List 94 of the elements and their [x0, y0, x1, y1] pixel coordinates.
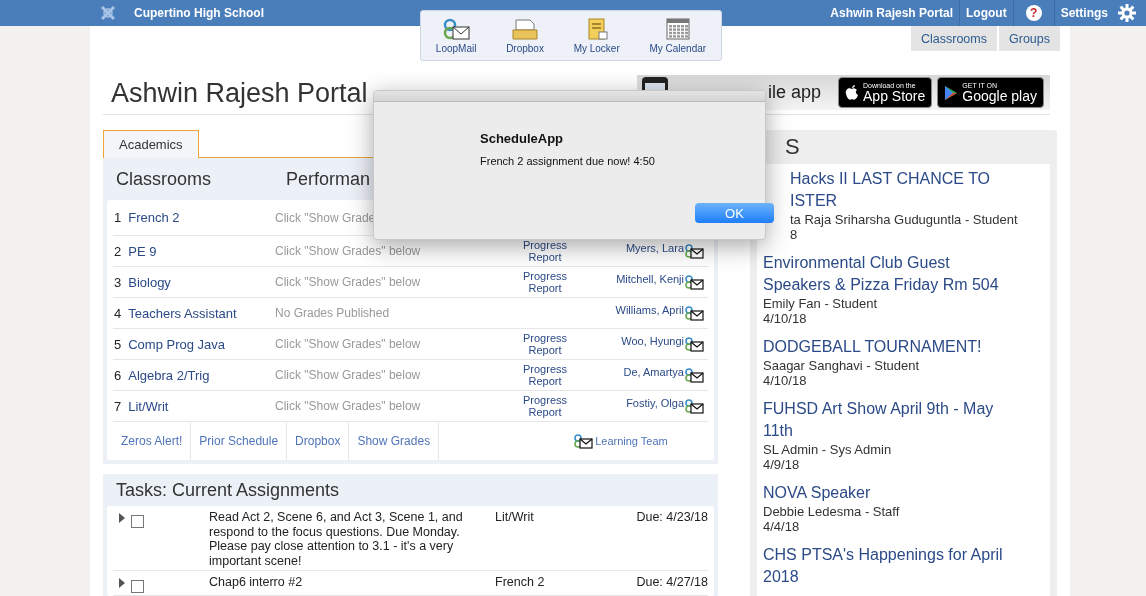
performance-text: Click "Show Grades" below: [275, 337, 422, 351]
news-title[interactable]: FUHSD Art Show April 9th - May: [763, 398, 1050, 420]
news-title[interactable]: 11th: [763, 420, 1050, 442]
teacher-link[interactable]: De, Amartya: [595, 366, 684, 378]
class-link[interactable]: Biology: [128, 274, 171, 290]
class-link[interactable]: Lit/Writ: [128, 398, 169, 414]
news-title[interactable]: NOVA Speaker: [763, 482, 1050, 504]
settings-icon[interactable]: [1118, 4, 1136, 22]
loop-mail-icon[interactable]: [684, 274, 704, 290]
progress-report-link[interactable]: Progress Report: [515, 332, 575, 356]
tasks-heading: Tasks: Current Assignments: [115, 478, 341, 502]
row-number: 7: [114, 398, 122, 414]
footer-link[interactable]: Zeros Alert!: [113, 422, 192, 460]
performance-text: Click "Show Grades" below: [275, 275, 422, 289]
task-description: Read Act 2, Scene 6, and Act 3, Scene 1, and respond to the focus questions. Due Monday. Please pay close attention to 3.1 - it's a very important scene!: [209, 510, 464, 568]
news-date: 4/10/18: [763, 311, 808, 326]
loop-mail-icon[interactable]: [684, 305, 704, 321]
toolbar-button[interactable]: Dropbox: [506, 17, 544, 54]
nav-tab[interactable]: Groups: [999, 26, 1060, 51]
news-author: Emily Fan - Student: [763, 296, 879, 311]
loop-mail-icon[interactable]: [684, 243, 704, 259]
page-title: Ashwin Rajesh Portal: [111, 77, 368, 109]
news-title[interactable]: DODGEBALL TOURNAMENT!: [763, 336, 1050, 358]
loop-mail-icon[interactable]: [684, 398, 704, 414]
footer-link[interactable]: Dropbox: [287, 422, 350, 460]
row-number: 4: [114, 305, 122, 321]
column-heading: Classrooms: [116, 168, 213, 190]
chain-envelope-icon: [441, 17, 472, 40]
news-date: 4/9/18: [763, 457, 801, 472]
loop-mail-icon[interactable]: [684, 367, 704, 383]
footer-link[interactable]: Prior Schedule: [191, 422, 288, 460]
nav-tab[interactable]: Classrooms: [911, 26, 997, 51]
toolbar-button[interactable]: LoopMail: [435, 17, 477, 54]
row-number: 2: [114, 243, 122, 259]
performance-text: No Grades Published: [275, 306, 391, 320]
progress-report-link[interactable]: Progress Report: [515, 239, 575, 263]
row-number: 3: [114, 274, 122, 290]
news-date: 4/4/18: [763, 519, 801, 534]
class-link[interactable]: Teachers Assistant: [128, 305, 237, 321]
task-course: French 2: [494, 575, 546, 591]
settings-link[interactable]: Settings: [1054, 0, 1114, 26]
task-checkbox[interactable]: [131, 515, 144, 528]
performance-text: Click "Show Grades" below: [275, 244, 422, 258]
class-link[interactable]: Algebra 2/Trig: [128, 367, 210, 383]
teacher-link[interactable]: Williams, April: [595, 304, 684, 316]
loop-mail-icon[interactable]: [684, 336, 704, 352]
toolbar-button[interactable]: My Calendar: [649, 17, 707, 54]
performance-text: Click "Show Grades" below: [275, 368, 422, 382]
news-author: Debbie Ledesma - Staff: [763, 504, 901, 519]
progress-report-link[interactable]: Progress Report: [515, 270, 575, 294]
news-author: Saagar Sanghavi - Student: [763, 358, 921, 373]
expand-icon[interactable]: [119, 513, 125, 523]
school-name[interactable]: Cupertino High School: [134, 6, 264, 20]
news-title[interactable]: Hacks II LAST CHANCE TO: [790, 168, 1050, 190]
task-due-date: Due: 4/23/18: [636, 510, 708, 526]
tray-icon: [510, 17, 541, 40]
loop-mail-icon[interactable]: [573, 433, 594, 449]
teacher-link[interactable]: Mitchell, Kenji: [595, 273, 684, 285]
news-title[interactable]: Speakers & Pizza Friday Rm 504: [763, 274, 1050, 296]
teacher-link[interactable]: Myers, Lara: [595, 242, 684, 254]
progress-report-link[interactable]: Progress Report: [515, 394, 575, 418]
task-description: Chap6 interro #2: [209, 575, 304, 591]
task-checkbox[interactable]: [131, 580, 144, 593]
dialog-message: French 2 assignment due now! 4:50: [480, 155, 655, 167]
news-title[interactable]: ISTER: [790, 190, 1050, 212]
news-date: 4/10/18: [763, 373, 808, 388]
teacher-link[interactable]: Fostiy, Olga: [595, 397, 684, 409]
row-number: 1: [114, 210, 122, 225]
class-link[interactable]: Comp Prog Java: [128, 336, 226, 352]
banner-text: ile app: [767, 82, 821, 103]
class-link[interactable]: French 2: [128, 210, 180, 225]
teacher-link[interactable]: Woo, Hyungi: [595, 335, 684, 347]
expand-icon[interactable]: [119, 578, 125, 588]
news-title[interactable]: Environmental Club Guest: [763, 252, 1050, 274]
task-due-date: Due: 4/27/18: [636, 575, 708, 591]
news-heading: S: [784, 133, 801, 161]
news-author: SL Admin - Sys Admin: [763, 442, 893, 457]
row-number: 5: [114, 336, 122, 352]
news-author: ta Raja Sriharsha Guduguntla - Student: [790, 212, 1019, 227]
footer-link[interactable]: Show Grades: [349, 422, 440, 460]
news-title[interactable]: CHS PTSA's Happenings for April: [763, 544, 1050, 566]
performance-text: Click "Show Grades" below: [275, 399, 422, 413]
progress-report-link[interactable]: Progress Report: [515, 363, 575, 387]
toolbar-button[interactable]: My Locker: [573, 17, 620, 54]
class-link[interactable]: PE 9: [128, 243, 157, 259]
learning-team-link[interactable]: Learning Team: [595, 435, 668, 447]
help-button[interactable]: ?: [1025, 5, 1042, 21]
academics-tab[interactable]: Academics: [103, 130, 199, 158]
column-heading: Performan: [286, 168, 371, 190]
news-title[interactable]: 2018: [763, 566, 1050, 588]
dialog-title: ScheduleApp: [480, 131, 564, 146]
task-course: Lit/Writ: [494, 510, 535, 526]
news-date: 8: [790, 227, 799, 242]
row-number: 6: [114, 367, 122, 383]
